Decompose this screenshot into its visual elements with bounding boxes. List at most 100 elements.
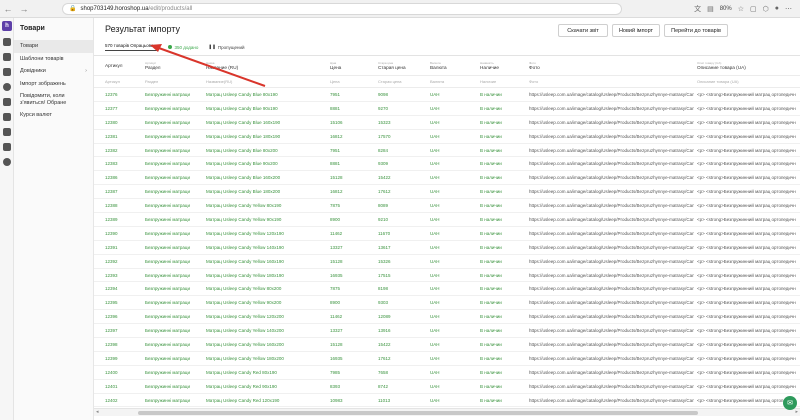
table-row[interactable]: 12398 Безпружинні матраци Матрац Usleep Ca… (94, 338, 800, 352)
profile-icon[interactable]: ● (775, 5, 779, 12)
horizontal-scrollbar[interactable]: ◂ ▸ (94, 408, 800, 416)
orders-icon[interactable] (3, 53, 11, 61)
table-cell: <p> <strong>Безпружинний матрац ортопеди… (697, 258, 796, 264)
back-arrow-icon[interactable]: ← (0, 0, 16, 18)
table-row[interactable]: 12383 Безпружинні матраци Матрац Usleep Ca… (94, 157, 800, 172)
table-cell: 12388 (105, 203, 118, 209)
table-cell: https://usleep.com.ua/image/catalog/Usle… (529, 161, 694, 167)
tab-processed[interactable]: 570 товарів Опрацьовано (105, 43, 159, 51)
table-row[interactable]: 12389 Безпружинні матраци Матрац Usleep Ca… (94, 213, 800, 227)
table-row[interactable]: 12400 Безпружинні матраци Матрац Usleep Ca… (94, 366, 800, 380)
table-row[interactable]: 12386 Безпружинні матраци Матрац Usleep Ca… (94, 171, 800, 186)
column-header[interactable]: Наявність Наличие (480, 56, 528, 75)
star-icon[interactable]: ☆ (738, 5, 744, 13)
scroll-right-icon[interactable]: ▸ (795, 409, 798, 415)
column-filter[interactable]: Цена (330, 76, 378, 87)
download-report-button[interactable]: Скачати звіт (558, 24, 608, 37)
column-header[interactable]: Опис товару (UA) Описание товара (UA) (697, 56, 800, 75)
column-header[interactable]: Артикул Раздел (145, 56, 209, 75)
table-row[interactable]: 12397 Безпружинні матраци Матрац Usleep Ca… (94, 324, 800, 339)
address-bar[interactable]: 🔒 shop703149.horoshop.ua /edit/products/… (62, 2, 622, 15)
table-row[interactable]: 12388 Безпружинні матраци Матрац Usleep Ca… (94, 199, 800, 214)
table-cell: <p> <strong>Безпружинний матрац ортопеди… (697, 147, 796, 153)
design-icon[interactable] (3, 128, 11, 136)
column-filter[interactable]: Раздел (145, 76, 209, 87)
sidebar-item-directories[interactable]: Довідники › (14, 65, 93, 78)
sidebar-item-currency-rates[interactable]: Курси валют (14, 109, 93, 122)
translate-icon[interactable]: 文 (694, 4, 701, 14)
table-row[interactable]: 12393 Безпружинні матраци Матрац Usleep Ca… (94, 269, 800, 283)
table-row[interactable]: 12402 Безпружинні матраци Матрац Usleep Ca… (94, 394, 800, 408)
sidebar-item-image-import[interactable]: Імпорт зображень (14, 78, 93, 91)
column-filter[interactable]: Название(RU) (206, 76, 326, 87)
forward-arrow-icon[interactable]: → (16, 0, 32, 18)
sidebar-item-notify-favorites[interactable]: Повідомити, коли з'явиться/ Обране (14, 90, 93, 109)
table-cell: Матрац Usleep Candy Yellow 80x200 (206, 286, 282, 292)
table-cell: В наличии (480, 189, 502, 195)
table-cell: https://usleep.com.ua/image/catalog/Usle… (529, 189, 694, 195)
table-row[interactable]: 12387 Безпружинні матраци Матрац Usleep Ca… (94, 185, 800, 200)
go-to-products-button[interactable]: Перейти до товарів (664, 24, 728, 37)
column-header[interactable]: Назва Название (RU) (206, 56, 326, 75)
column-filter[interactable]: Артикул (105, 76, 145, 87)
table-row[interactable]: 12376 Безпружинні матраци Матрац Usleep Ca… (94, 88, 800, 102)
column-header[interactable]: Ціна Цена (330, 56, 378, 75)
column-filter[interactable]: Валюта (430, 76, 478, 87)
pages-icon[interactable] (3, 98, 11, 106)
column-filter[interactable]: Описание товара (UA) (697, 76, 800, 87)
table-row[interactable]: 12380 Безпружинні матраци Матрац Usleep Ca… (94, 116, 800, 130)
settings-icon[interactable] (3, 158, 11, 166)
tabs-icon[interactable]: ▢ (750, 5, 757, 13)
chat-icon[interactable]: ✉ (783, 396, 797, 410)
table-row[interactable]: 12394 Безпружинні матраци Матрац Usleep Ca… (94, 282, 800, 297)
table-cell: Безпружинні матраци (145, 91, 191, 97)
table-cell: https://usleep.com.ua/image/catalog/Usle… (529, 369, 694, 375)
column-header[interactable]: Стара ціна Старая цена (378, 56, 430, 75)
zoom-level[interactable]: 80% (720, 6, 732, 12)
table-row[interactable]: 12395 Безпружинні матраци Матрац Usleep Ca… (94, 296, 800, 311)
reader-icon[interactable]: ▤ (707, 5, 714, 13)
integrations-icon[interactable] (3, 143, 11, 151)
column-header[interactable]: Валюта Валюта (430, 56, 478, 75)
table-row[interactable]: 12399 Безпружинні матраци Матрац Usleep Ca… (94, 352, 800, 366)
extensions-icon[interactable]: ⬡ (763, 5, 769, 13)
tab-added[interactable]: 350 додано (168, 45, 198, 50)
column-filter[interactable]: Фото (529, 76, 694, 87)
marketing-icon[interactable] (3, 113, 11, 121)
table-cell: 9270 (378, 105, 389, 111)
table-row[interactable]: 12401 Безпружинні матраци Матрац Usleep Ca… (94, 380, 800, 394)
table-row[interactable]: 12392 Безпружинні матраци Матрац Usleep Ca… (94, 255, 800, 269)
menu-icon[interactable]: ⋯ (785, 5, 792, 13)
table-cell: В наличии (480, 328, 502, 334)
table-row[interactable]: 12390 Безпружинні матраци Матрац Usleep Ca… (94, 227, 800, 241)
import-tabs: 570 товарів Опрацьовано 350 додано ❚❚ Про… (105, 41, 245, 53)
tab-skipped[interactable]: ❚❚ Пропущений (208, 44, 244, 50)
sidebar-item-product-templates[interactable]: Шаблони товарів (14, 53, 93, 66)
horoshop-logo-icon[interactable]: h (2, 21, 12, 31)
table-cell: <p> <strong>Безпружинний матрац ортопеди… (697, 105, 796, 111)
scroll-left-icon[interactable]: ◂ (96, 409, 99, 415)
table-cell: UAH (430, 119, 440, 125)
products-icon[interactable] (3, 83, 11, 91)
table-cell: <p> <strong>Безпружинний матрац ортопеди… (697, 272, 796, 278)
table-cell: 12400 (105, 369, 118, 375)
table-row[interactable]: 12377 Безпружинні матраци Матрац Usleep Ca… (94, 102, 800, 116)
customers-icon[interactable] (3, 68, 11, 76)
new-import-button[interactable]: Новий імпорт (612, 24, 660, 37)
table-cell: Безпружинні матраци (145, 300, 191, 306)
column-filter[interactable]: Наличие (480, 76, 528, 87)
column-header[interactable]: Артикул (105, 56, 145, 75)
column-header-label: Описание товара (UA) (697, 65, 746, 70)
table-row[interactable]: 12391 Безпружинні матраци Матрац Usleep Ca… (94, 241, 800, 255)
table-row[interactable]: 12382 Безпружинні матраци Матрац Usleep Ca… (94, 144, 800, 158)
table-row[interactable]: 12396 Безпружинні матраци Матрац Usleep Ca… (94, 310, 800, 325)
scrollbar-thumb[interactable] (138, 411, 698, 415)
table-cell: 11462 (330, 314, 343, 320)
column-filter[interactable]: Старая цена (378, 76, 430, 87)
table-cell: 15128 (330, 175, 343, 181)
dashboard-icon[interactable] (3, 38, 11, 46)
column-header[interactable]: Фото Фото (529, 56, 694, 75)
sidebar-item-products[interactable]: Товари (14, 40, 93, 53)
table-cell: 9303 (378, 300, 389, 306)
table-row[interactable]: 12381 Безпружинні матраци Матрац Usleep Ca… (94, 130, 800, 144)
